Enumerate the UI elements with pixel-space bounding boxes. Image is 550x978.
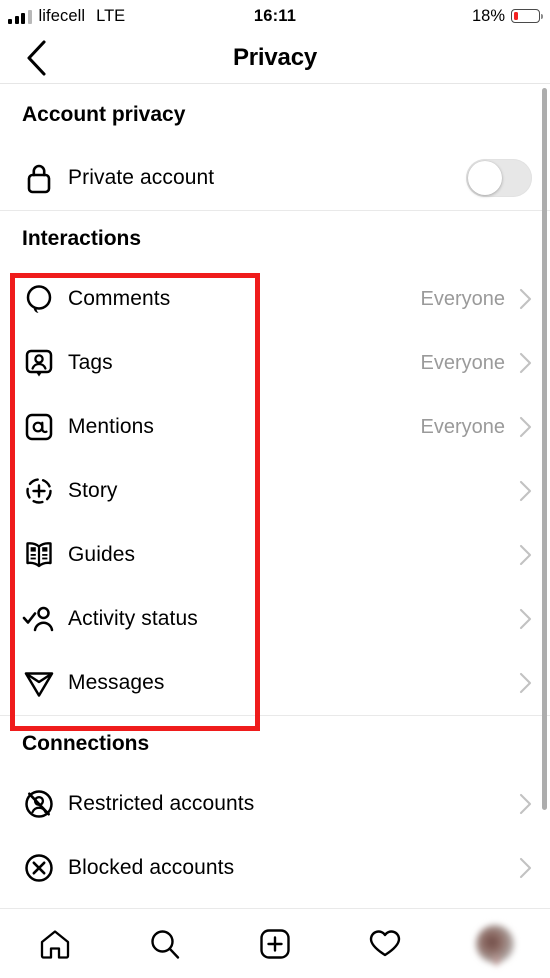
toggle-knob [468, 161, 502, 195]
row-label: Messages [68, 671, 165, 694]
chevron-left-icon [27, 40, 46, 76]
activity-status-icon [22, 602, 56, 636]
blocked-account-icon [22, 851, 56, 885]
mention-at-icon [22, 410, 56, 444]
section-header-account-privacy: Account privacy [22, 103, 186, 126]
tab-home[interactable] [25, 914, 85, 974]
row-messages[interactable]: Messages [0, 651, 550, 715]
tab-activity[interactable] [355, 914, 415, 974]
chevron-right-icon [519, 793, 532, 815]
row-value: Everyone [420, 287, 506, 310]
chevron-right-icon [519, 480, 532, 502]
tab-search[interactable] [135, 914, 195, 974]
row-private-account[interactable]: Private account [0, 146, 550, 210]
chevron-right-icon [519, 352, 532, 374]
status-bar-right: 18% [471, 0, 544, 32]
phone-screen: lifecell LTE 16:11 18% Privacy Account p… [0, 0, 550, 978]
chevron-right-icon [519, 544, 532, 566]
row-label: Private account [68, 166, 215, 189]
comment-icon [22, 282, 56, 316]
story-plus-icon [22, 474, 56, 508]
row-label: Story [68, 479, 118, 502]
private-account-toggle[interactable] [466, 159, 532, 197]
row-tags[interactable]: Tags Everyone [0, 331, 550, 395]
vertical-scrollbar[interactable] [542, 88, 547, 810]
restricted-account-icon [22, 787, 56, 821]
status-bar-clock: 16:11 [253, 6, 297, 25]
battery-percent-label: 18% [471, 6, 505, 25]
row-blocked-accounts[interactable]: Blocked accounts [0, 836, 550, 900]
chevron-right-icon [519, 416, 532, 438]
row-comments[interactable]: Comments Everyone [0, 267, 550, 331]
lock-icon [22, 161, 56, 195]
status-bar: lifecell LTE 16:11 18% [0, 0, 550, 32]
settings-scroll-area[interactable]: Account privacy Private account Interact… [0, 84, 550, 909]
chevron-right-icon [519, 857, 532, 879]
row-value: Everyone [420, 351, 506, 374]
guides-book-icon [22, 538, 56, 572]
row-label: Guides [68, 543, 136, 566]
nav-header: Privacy [0, 32, 550, 84]
battery-icon [511, 9, 544, 23]
chevron-right-icon [519, 288, 532, 310]
row-activity-status[interactable]: Activity status [0, 587, 550, 651]
heart-icon [369, 929, 401, 956]
row-label: Tags [68, 351, 113, 374]
row-guides[interactable]: Guides [0, 523, 550, 587]
bottom-tab-bar [0, 908, 550, 978]
messages-paperplane-icon [22, 666, 56, 700]
profile-avatar-icon [473, 922, 517, 966]
row-label: Comments [68, 287, 171, 310]
row-mentions[interactable]: Mentions Everyone [0, 395, 550, 459]
tab-profile[interactable] [465, 914, 525, 974]
row-label: Blocked accounts [68, 856, 235, 879]
row-label: Mentions [68, 415, 155, 438]
section-header-interactions: Interactions [22, 227, 142, 250]
tab-create[interactable] [245, 914, 305, 974]
section-header-connections: Connections [22, 732, 150, 755]
row-label: Restricted accounts [68, 792, 255, 815]
page-title: Privacy [232, 43, 317, 71]
row-label: Activity status [68, 607, 198, 630]
create-plus-icon [260, 928, 290, 959]
home-icon [40, 929, 70, 959]
avatar [476, 924, 514, 963]
chevron-right-icon [519, 608, 532, 630]
tag-person-icon [22, 346, 56, 380]
back-button[interactable] [16, 32, 56, 84]
row-restricted-accounts[interactable]: Restricted accounts [0, 772, 550, 836]
row-value: Everyone [420, 415, 506, 438]
row-story[interactable]: Story [0, 459, 550, 523]
search-icon [151, 929, 180, 959]
chevron-right-icon [519, 672, 532, 694]
